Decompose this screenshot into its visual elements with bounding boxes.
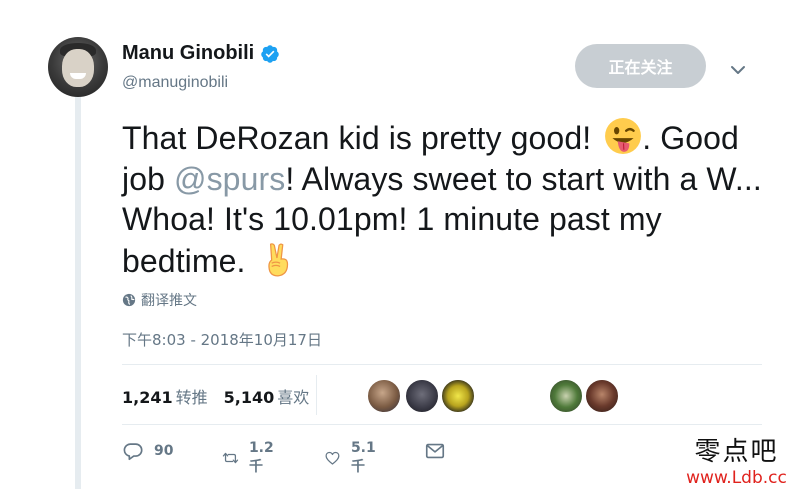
likes-stat[interactable]: 5,140 喜欢 [224,384,310,408]
verified-badge-icon [261,44,279,63]
following-button[interactable]: 正在关注 [575,44,706,88]
retweet-button[interactable]: 1.2千 [222,440,279,476]
reply-icon [123,443,143,461]
translate-label: 翻译推文 [141,293,197,309]
retweets-stat[interactable]: 1,241 转推 [122,384,208,408]
like-button[interactable]: 5.1千 [324,440,381,476]
like-count: 5.1千 [350,440,376,475]
chevron-down-icon[interactable] [728,60,748,80]
divider [122,364,762,365]
tweet-text-part: That DeRozan kid is pretty good! [122,120,601,156]
divider [122,424,762,425]
translate-tweet-link[interactable]: 翻译推文 [122,290,197,310]
retweet-count: 1.2千 [248,440,274,475]
likes-count: 5,140 [223,388,275,407]
globe-icon [122,293,136,307]
retweet-icon [222,452,239,464]
stats-separator [316,375,317,415]
author-header: Manu Ginobili [122,42,280,65]
likes-label: 喜欢 [277,388,310,407]
author-handle[interactable]: @manuginobili [122,74,228,92]
site-watermark: 零点吧 www.Ldb.cc [676,437,797,489]
envelope-icon [425,443,445,459]
heart-icon [325,451,340,465]
direct-message-button[interactable] [424,440,446,462]
liker-avatar[interactable] [584,378,620,414]
liker-avatar[interactable] [548,378,584,414]
tweet-text: That DeRozan kid is pretty good! . Good … [122,117,762,281]
avatar[interactable] [48,37,108,97]
liker-avatar[interactable] [404,378,440,414]
conversation-rail [75,97,81,489]
tweet-timestamp: 下午8:03 - 2018年10月17日 [122,331,322,349]
avatar-face [62,49,94,87]
tweet-stats: 1,241 转推 5,140 喜欢 [122,384,309,408]
reply-button[interactable]: 90 [122,440,173,462]
retweets-count: 1,241 [122,388,173,407]
watermark-url: www.Ldb.cc [686,468,787,488]
liker-avatar[interactable] [440,378,476,414]
winking-face-with-tongue-emoji [605,118,642,154]
retweets-label: 转推 [175,388,208,407]
author-name[interactable]: Manu Ginobili [122,42,254,65]
liker-avatar[interactable] [366,378,402,414]
watermark-title: 零点吧 [694,437,779,467]
reply-count: 90 [154,443,174,459]
mention-link[interactable]: @spurs [174,161,285,197]
victory-hand-emoji [267,242,288,277]
